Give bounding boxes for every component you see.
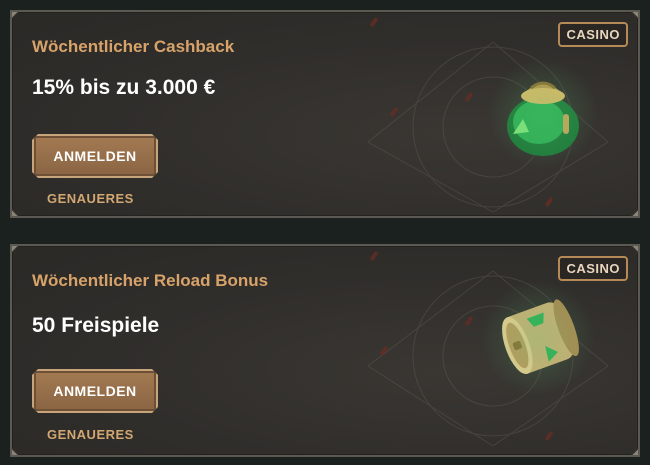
ember-decoration — [379, 345, 389, 357]
register-button[interactable]: ANMELDEN — [32, 134, 158, 178]
ember-decoration — [544, 430, 554, 442]
details-link[interactable]: GENAUERES — [47, 191, 134, 206]
promo-amount: 15% bis zu 3.000 € — [32, 76, 216, 99]
ember-decoration — [544, 196, 554, 208]
register-button[interactable]: ANMELDEN — [32, 369, 158, 413]
ember-decoration — [464, 315, 474, 327]
ember-decoration — [464, 91, 474, 103]
corner-ornament — [12, 12, 20, 20]
casino-badge: CASINO — [558, 22, 628, 47]
details-link[interactable]: GENAUERES — [47, 427, 134, 442]
corner-ornament — [630, 447, 638, 455]
promo-card-cashback: Wöchentlicher Cashback 15% bis zu 3.000 … — [10, 10, 640, 218]
ember-decoration — [369, 16, 379, 28]
promo-card-reload: Wöchentlicher Reload Bonus 50 Freispiele… — [10, 244, 640, 457]
corner-ornament — [630, 208, 638, 216]
ember-decoration — [389, 106, 399, 118]
promo-title: Wöchentlicher Reload Bonus — [32, 271, 269, 290]
corner-ornament — [12, 447, 20, 455]
corner-ornament — [630, 246, 638, 254]
money-bag-icon — [483, 54, 603, 174]
slot-reel-icon — [476, 276, 600, 400]
promo-amount: 50 Freispiele — [32, 314, 160, 337]
corner-ornament — [630, 12, 638, 20]
corner-ornament — [12, 246, 20, 254]
promo-title: Wöchentlicher Cashback — [32, 37, 235, 56]
ember-decoration — [369, 250, 379, 262]
corner-ornament — [12, 208, 20, 216]
